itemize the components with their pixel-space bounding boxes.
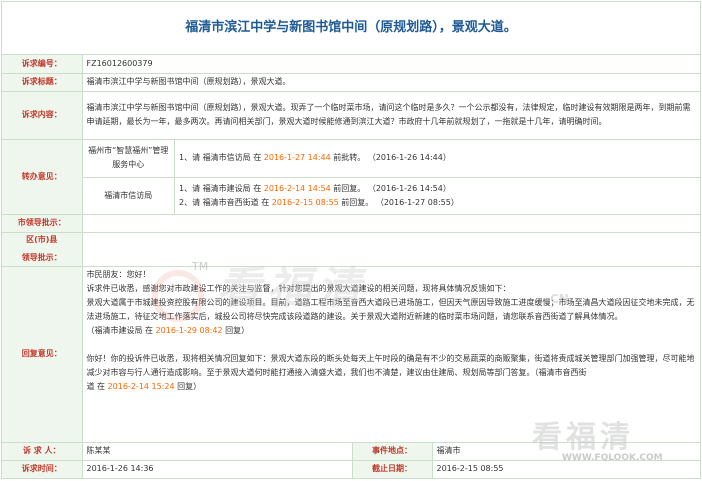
label-county-leader: 区(市)县 领导批示：	[2, 231, 83, 267]
transfer-item-at: 在	[253, 153, 262, 163]
label-request-time: 诉求时间：	[2, 459, 83, 479]
row-content: 诉求内容： 福清市滨江中学与新图书馆中间（原规划路），景观大道。现弄了一个临时菜…	[2, 90, 700, 140]
transfer-cell: 福州市“智慧福州”管理服务中心 1、请 福清市信访局 在 2016-1-27 1…	[81, 138, 700, 215]
petitioner-name: 陈某某	[81, 441, 353, 461]
row-number: 诉求编号： FZ16012600379	[2, 55, 700, 74]
transfer-org: 福州市“智慧福州”管理服务中心	[82, 139, 175, 178]
transfer-org: 福清市信访局	[82, 177, 175, 214]
label-city-leader: 市领导批示：	[2, 213, 83, 233]
row-subject: 诉求标题： 福清市滨江中学与新图书馆中间（原规划路），景观大道。	[2, 72, 700, 92]
petition-subject: 福清市滨江中学与新图书馆中间（原规划路），景观大道。	[81, 72, 700, 92]
row-dates: 诉求时间： 2016-1-26 14:36 截止日期： 2016-2-15 08…	[2, 459, 700, 479]
transfer-item-target: 福清市音西街道	[202, 197, 259, 207]
petition-page: 福清市滨江中学与新图书馆中间（原规划路），景观大道。 诉求编号： FZ16012…	[1, 1, 701, 479]
reply-signature: 道 在 2016-2-14 15:24 回复）	[86, 381, 202, 391]
label-reply: 回复意见：	[2, 265, 83, 443]
row-county-leader: 区(市)县 领导批示：	[2, 231, 700, 267]
transfer-item-index: 1、请	[179, 183, 201, 193]
label-subject: 诉求标题：	[2, 72, 83, 92]
page-title: 福清市滨江中学与新图书馆中间（原规划路），景观大道。	[2, 2, 700, 55]
reply-body: 你好！你的投诉件已收悉，现将相关情况回复如下：景观大道东段的断头处每天上午时段的…	[86, 353, 695, 377]
deadline: 2016-2-15 08:55	[431, 459, 700, 479]
transfer-item: 1、请 福清市建设局 在 2016-2-14 14:54 前回复。 （2016-…	[179, 182, 696, 196]
transfer-item-at: 在	[253, 183, 262, 193]
transfer-table: 福州市“智慧福州”管理服务中心 1、请 福清市信访局 在 2016-1-27 1…	[82, 139, 700, 214]
label-number: 诉求编号：	[2, 55, 83, 74]
row-reply: 回复意见： 市民朋友：您好！ 诉求件已收悉，感谢您对市政建设工作的关注与监督，针…	[2, 265, 700, 443]
row-city-leader: 市领导批示：	[2, 213, 700, 233]
petition-content: 福清市滨江中学与新图书馆中间（原规划路），景观大道。现弄了一个临时菜市场，请问这…	[81, 90, 700, 140]
request-time: 2016-1-26 14:36	[81, 459, 353, 479]
label-county-line1: 区(市)县	[26, 235, 58, 244]
city-leader-note	[81, 213, 700, 233]
row-petitioner: 诉 求 人： 陈某某 事件地点： 福清市	[2, 441, 700, 461]
transfer-item-target: 福清市信访局	[202, 153, 251, 163]
transfer-item-time: 2016-2-14 14:54	[263, 183, 331, 193]
transfer-row-1: 福州市“智慧福州”管理服务中心 1、请 福清市信访局 在 2016-1-27 1…	[82, 139, 700, 178]
transfer-item-action: 前回复。	[341, 197, 374, 207]
petition-table: 诉求编号： FZ16012600379 诉求标题： 福清市滨江中学与新图书馆中间…	[2, 55, 700, 479]
transfer-item-action: 前回复。	[333, 183, 366, 193]
transfer-item-action: 前批转。	[333, 153, 366, 163]
label-transfer: 转办意见：	[2, 138, 83, 215]
transfer-item-index: 2、请	[179, 197, 201, 207]
label-content: 诉求内容：	[2, 90, 83, 140]
transfer-item: 2、请 福清市音西街道 在 2016-2-15 08:55 前回复。 （2016…	[179, 196, 696, 210]
event-location: 福清市	[431, 441, 700, 461]
transfer-item-index: 1、请	[179, 153, 201, 163]
label-deadline: 截止日期：	[351, 459, 433, 479]
label-petitioner: 诉 求 人：	[2, 441, 83, 461]
transfer-item-stamp: （2016-1-26 14:44）	[367, 153, 451, 163]
transfer-item-at: 在	[261, 197, 270, 207]
row-transfer: 转办意见： 福州市“智慧福州”管理服务中心 1、请 福清市信访局 在 2016-…	[2, 138, 700, 215]
transfer-item-stamp: （2016-1-26 14:54）	[367, 183, 451, 193]
label-county-line2: 领导批示：	[21, 253, 62, 262]
label-location: 事件地点：	[351, 441, 433, 461]
transfer-item: 1、请 福清市信访局 在 2016-1-27 14:44 前批转。 （2016-…	[179, 151, 696, 165]
transfer-items: 1、请 福清市建设局 在 2016-2-14 14:54 前回复。 （2016-…	[174, 177, 700, 214]
transfer-item-time: 2016-2-15 08:55	[271, 197, 339, 207]
reply-signature: （福清市建设局 在 2016-1-29 08:42 回复）	[86, 325, 250, 335]
transfer-item-time: 2016-1-27 14:44	[263, 153, 331, 163]
transfer-item-target: 福清市建设局	[202, 183, 251, 193]
transfer-items: 1、请 福清市信访局 在 2016-1-27 14:44 前批转。 （2016-…	[174, 139, 700, 178]
watermark-logo-icon	[152, 270, 204, 322]
transfer-item-stamp: （2016-1-27 08:55）	[375, 197, 459, 207]
transfer-row-2: 福清市信访局 1、请 福清市建设局 在 2016-2-14 14:54 前回复。…	[82, 177, 700, 214]
county-leader-note	[81, 231, 700, 267]
petition-number: FZ16012600379	[81, 55, 700, 74]
